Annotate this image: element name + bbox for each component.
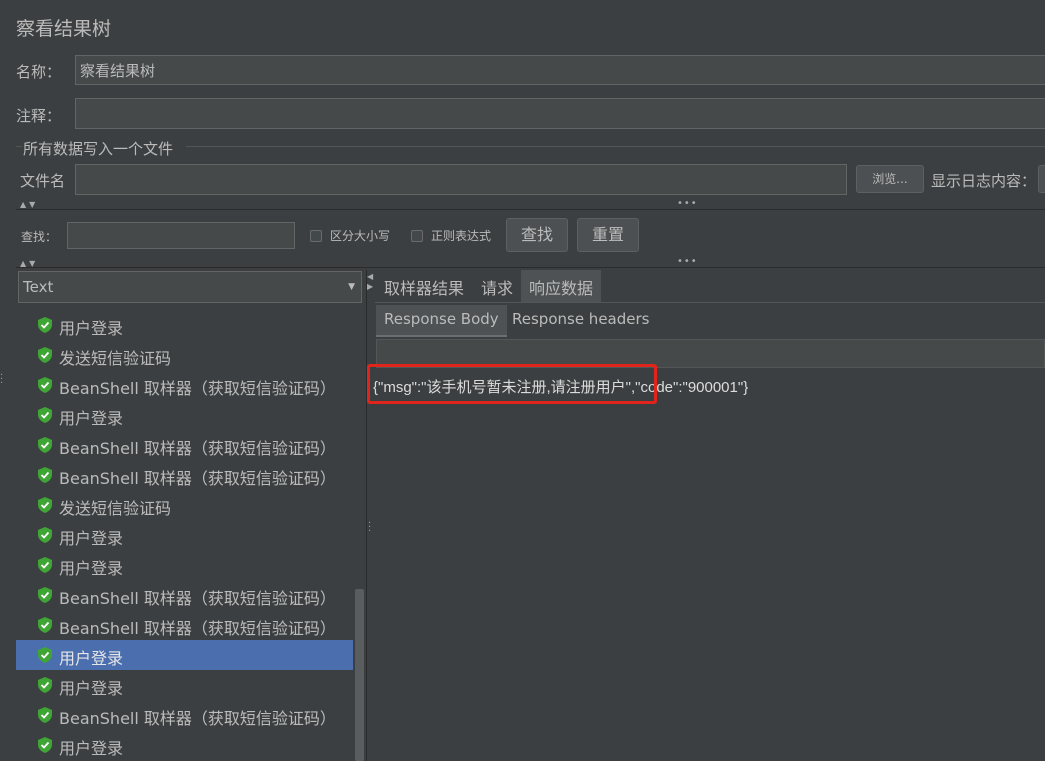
tree-item[interactable]: BeanShell 取样器（获取短信验证码） (16, 700, 353, 730)
splitter-top[interactable] (16, 209, 1045, 210)
splitter-grip-icon[interactable]: ••• (677, 198, 698, 209)
name-label: 名称： (16, 63, 62, 81)
success-shield-icon (38, 647, 52, 663)
response-tab[interactable]: Response headers (504, 305, 657, 337)
tree-item-label: 用户登录 (59, 529, 124, 548)
result-tab[interactable]: 响应数据 (521, 270, 602, 303)
splitter-arrows-icon-2[interactable]: ▲▼ (20, 259, 38, 268)
tree-item[interactable]: 用户登录 (16, 400, 353, 430)
tree-item-label: 用户登录 (59, 739, 124, 758)
search-label: 查找： (21, 230, 58, 244)
tree-item-label: BeanShell 取样器（获取短信验证码） (59, 439, 336, 458)
success-shield-icon (38, 437, 52, 453)
success-shield-icon (38, 617, 52, 633)
case-sensitive-label: 区分大小写 (330, 229, 391, 243)
tree-item-label: BeanShell 取样器（获取短信验证码） (59, 379, 336, 398)
result-tab[interactable]: 取样器结果 (376, 270, 472, 303)
success-shield-icon (38, 317, 52, 333)
tree-item-label: 用户登录 (59, 409, 124, 428)
tree-item[interactable]: 用户登录 (16, 550, 353, 580)
chevron-down-icon: ▼ (348, 282, 355, 292)
browse-button[interactable]: 浏览... (856, 165, 924, 193)
success-shield-icon (38, 467, 52, 483)
splitter-arrows-icon[interactable]: ▲▼ (20, 200, 38, 209)
splitter-grip-icon-2[interactable]: ••• (677, 256, 698, 267)
reset-button[interactable]: 重置 (577, 218, 639, 252)
file-label: 文件名 (20, 172, 66, 190)
tree-item-label: BeanShell 取样器（获取短信验证码） (59, 469, 336, 488)
success-shield-icon (38, 737, 52, 753)
tree-item-label: 用户登录 (59, 679, 124, 698)
tree-item[interactable]: BeanShell 取样器（获取短信验证码） (16, 580, 353, 610)
log-content-dropdown[interactable] (1038, 165, 1045, 193)
tabs-baseline (375, 302, 1045, 303)
file-group-legend: 所有数据写入一个文件 (23, 140, 174, 158)
tree-item-label: 发送短信验证码 (59, 499, 172, 518)
log-content-label: 显示日志内容： (931, 172, 1037, 190)
renderer-select-value: Text (23, 278, 54, 296)
tree-item[interactable]: BeanShell 取样器（获取短信验证码） (16, 460, 353, 490)
name-input[interactable]: 察看结果树 (75, 55, 1045, 85)
success-shield-icon (38, 347, 52, 363)
group-border-left (16, 146, 22, 147)
highlight-box (367, 364, 657, 404)
find-button[interactable]: 查找 (506, 218, 568, 252)
splitter-middle[interactable] (16, 267, 1045, 268)
tree-item-label: 用户登录 (59, 649, 124, 668)
success-shield-icon (38, 557, 52, 573)
vertical-splitter[interactable] (366, 270, 367, 761)
tree-item-label: BeanShell 取样器（获取短信验证码） (59, 709, 336, 728)
tree-item[interactable]: BeanShell 取样器（获取短信验证码） (16, 370, 353, 400)
success-shield-icon (38, 377, 52, 393)
success-shield-icon (38, 407, 52, 423)
tree-item-label: 用户登录 (59, 319, 124, 338)
success-shield-icon (38, 677, 52, 693)
case-sensitive-checkbox[interactable] (310, 230, 322, 242)
file-input[interactable] (75, 164, 847, 195)
tree-item[interactable]: BeanShell 取样器（获取短信验证码） (16, 610, 353, 640)
tree-item[interactable]: 用户登录 (16, 520, 353, 550)
success-shield-icon (38, 587, 52, 603)
tree-item-label: BeanShell 取样器（获取短信验证码） (59, 589, 336, 608)
tree-scrollbar-thumb[interactable] (355, 589, 364, 761)
panel-title: 察看结果树 (16, 18, 112, 40)
tree-item-label: 用户登录 (59, 559, 124, 578)
tree-item[interactable]: 用户登录 (16, 730, 353, 760)
tree-item[interactable]: 发送短信验证码 (16, 340, 353, 370)
response-tab[interactable]: Response Body (376, 305, 507, 337)
tree-item[interactable]: 用户登录 (16, 640, 353, 670)
search-input[interactable] (67, 222, 295, 249)
tree-item[interactable]: 发送短信验证码 (16, 490, 353, 520)
group-border-right (186, 146, 1045, 147)
success-shield-icon (38, 497, 52, 513)
vertical-splitter-arrows-icon[interactable]: ◀ ▶ (367, 272, 373, 292)
tree-item[interactable]: 用户登录 (16, 310, 353, 340)
renderer-select[interactable]: Text ▼ (18, 271, 362, 303)
vertical-splitter-grip-icon[interactable]: · · · (368, 519, 371, 537)
success-shield-icon (38, 707, 52, 723)
tree-item[interactable]: 用户登录 (16, 670, 353, 700)
result-tree: 用户登录 发送短信验证码 BeanShell 取样器（获取短信验证码） 用户登录 Bea… (0, 310, 366, 761)
success-shield-icon (38, 527, 52, 543)
regex-checkbox[interactable] (411, 230, 423, 242)
comment-input[interactable] (75, 98, 1045, 129)
regex-label: 正则表达式 (431, 229, 492, 243)
comment-label: 注释： (16, 107, 62, 125)
tree-item[interactable]: BeanShell 取样器（获取短信验证码） (16, 430, 353, 460)
tree-item-label: BeanShell 取样器（获取短信验证码） (59, 619, 336, 638)
tree-item-label: 发送短信验证码 (59, 349, 172, 368)
result-tab[interactable]: 请求 (473, 270, 521, 303)
response-body-area[interactable]: {"msg":"该手机号暂未注册,请注册用户","code":"900001"} (373, 369, 1045, 761)
